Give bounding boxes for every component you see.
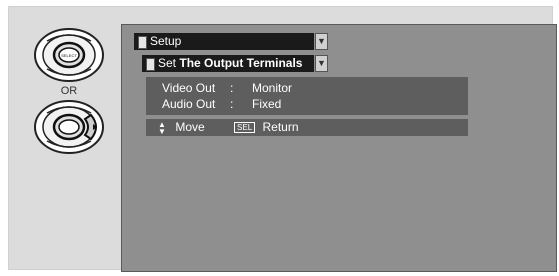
- remote-dpad-right-icon: [34, 100, 104, 154]
- setting-separator: :: [230, 97, 234, 111]
- menu-title: Setup: [150, 34, 182, 48]
- setting-label: Video Out: [162, 81, 216, 95]
- setting-separator: :: [230, 81, 234, 95]
- remote-select-illustration: SELECT: [33, 27, 105, 83]
- remote-dpad-select-icon: SELECT: [34, 28, 104, 82]
- sel-key-icon: SEL: [234, 122, 256, 134]
- settings-panel: Video Out: Monitor Audio Out: Fixed: [146, 77, 468, 115]
- svg-text:SELECT: SELECT: [61, 53, 77, 58]
- manual-illustration-frame: SELECT OR Setup ▼ Set The Output Termina…: [8, 6, 557, 272]
- submenu-title: The Output Terminals: [179, 56, 303, 70]
- setting-row-video-out[interactable]: Video Out: Monitor: [162, 80, 468, 96]
- setting-label: Audio Out: [162, 97, 216, 111]
- setting-value: Monitor: [252, 81, 293, 95]
- return-label: Return: [262, 120, 299, 134]
- setting-value: Fixed: [252, 97, 282, 111]
- submenu-title-bar: Set The Output Terminals ▼: [142, 55, 328, 72]
- help-footer: ▲ ▼ Move SEL Return: [146, 119, 468, 136]
- submenu-prefix: Set: [158, 56, 180, 70]
- menu-title-bar: Setup ▼: [134, 33, 328, 50]
- menu-dropdown-icon[interactable]: ▼: [315, 33, 328, 50]
- remote-arrow-illustration: [33, 99, 105, 155]
- move-label: Move: [175, 120, 205, 134]
- tv-screen: Setup ▼ Set The Output Terminals ▼ Video…: [121, 24, 557, 272]
- up-down-arrows-icon: ▲ ▼: [158, 119, 166, 136]
- submenu-dropdown-icon[interactable]: ▼: [315, 55, 328, 72]
- setting-row-audio-out[interactable]: Audio Out: Fixed: [162, 96, 468, 112]
- or-label: OR: [60, 85, 78, 97]
